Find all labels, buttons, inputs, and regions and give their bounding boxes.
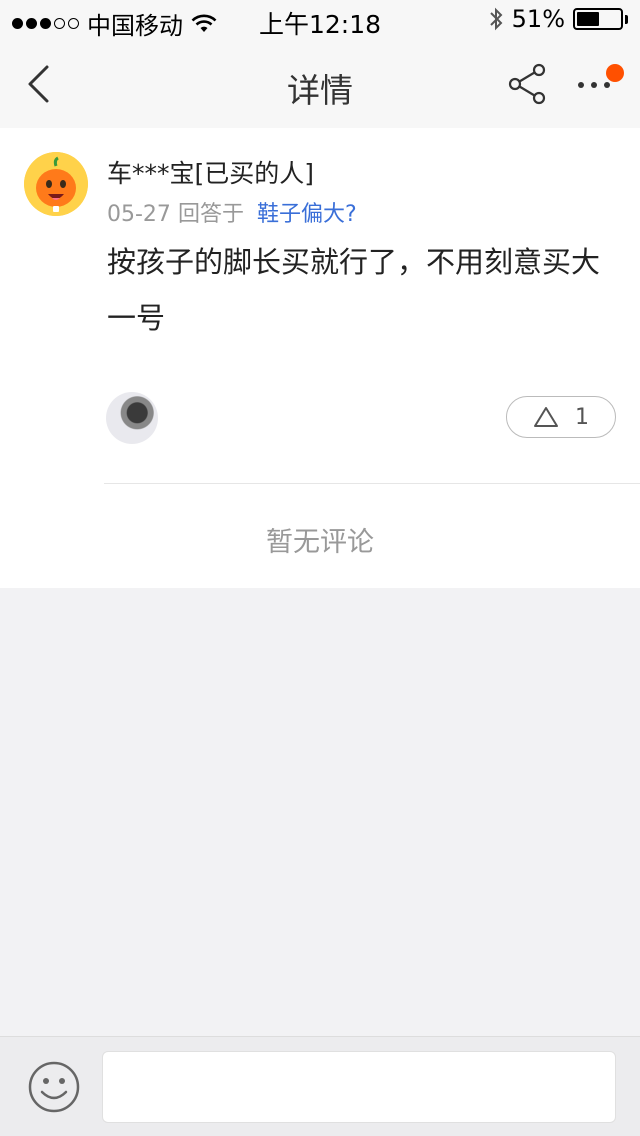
mascot-avatar-icon	[24, 152, 88, 216]
comment-input[interactable]	[102, 1051, 616, 1123]
empty-comments-text: 暂无评论	[266, 527, 374, 558]
question-link[interactable]: 鞋子偏大?	[257, 202, 357, 227]
share-icon[interactable]	[506, 62, 550, 106]
answer-text: 按孩子的脚长买就行了，不用刻意买大一号	[107, 245, 601, 335]
emoji-icon[interactable]	[26, 1059, 82, 1115]
user-avatar[interactable]	[24, 152, 88, 216]
more-menu-button[interactable]	[574, 62, 624, 106]
liker-avatar[interactable]	[106, 392, 158, 444]
more-dots-icon	[578, 82, 610, 88]
comment-bar	[0, 1036, 640, 1136]
battery-percent: 51%	[511, 5, 565, 33]
status-right: 51%	[488, 5, 628, 33]
user-name[interactable]: 车***宝[已买的人]	[107, 154, 314, 190]
battery-fill	[577, 12, 599, 26]
bluetooth-icon	[489, 7, 503, 31]
answer-meta: 05-27 回答于 鞋子偏大?	[107, 196, 357, 228]
answer-date: 05-27	[107, 202, 171, 227]
answer-card: 车***宝[已买的人] 05-27 回答于 鞋子偏大? 按孩子的脚长买就行了，不…	[0, 128, 640, 588]
battery-tip	[625, 14, 628, 24]
nav-bar: 详情	[0, 40, 640, 128]
status-bar: 中国移动 上午12:18 51%	[0, 0, 640, 40]
thumbs-up-triangle-icon	[534, 407, 558, 427]
like-button[interactable]: 1	[506, 396, 616, 438]
notification-badge	[606, 64, 624, 82]
like-count: 1	[575, 404, 589, 430]
battery-icon	[573, 8, 623, 30]
reply-prefix: 回答于	[177, 202, 244, 227]
divider	[104, 483, 640, 484]
